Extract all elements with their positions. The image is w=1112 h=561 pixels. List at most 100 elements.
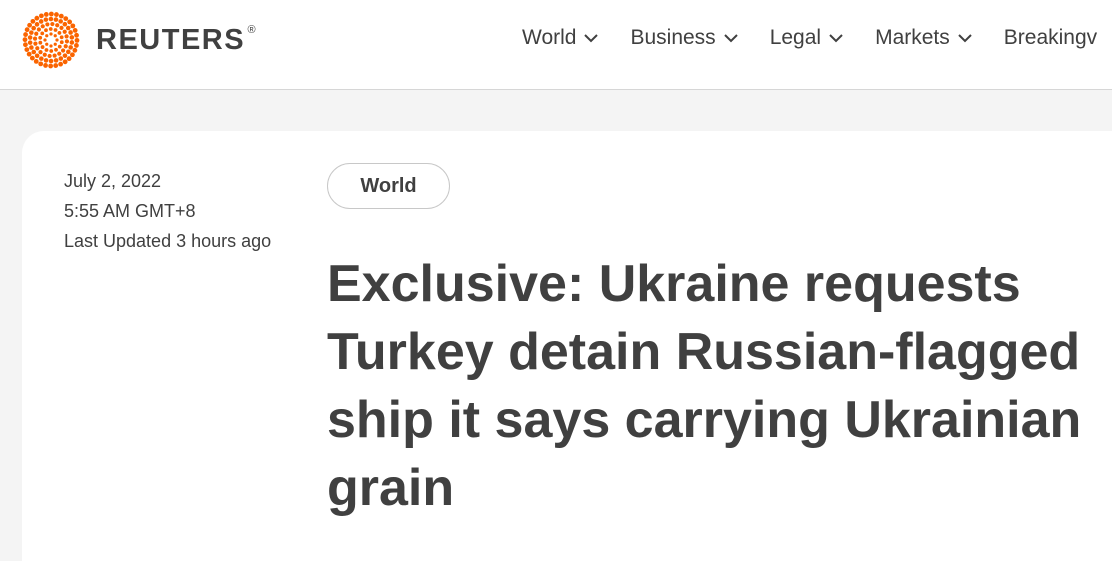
- logo-dot: [66, 49, 71, 55]
- nav-item-world[interactable]: World: [522, 26, 599, 50]
- nav-item-legal[interactable]: Legal: [770, 26, 844, 50]
- logo-dot: [63, 44, 68, 49]
- logo-dot: [36, 27, 42, 32]
- logo-dot: [72, 47, 78, 53]
- logo-dot: [54, 47, 58, 52]
- logo-dot: [62, 29, 67, 34]
- logo-dot: [62, 21, 68, 27]
- publish-time: 5:55 AM GMT+8: [64, 201, 196, 221]
- publish-date: July 2, 2022: [64, 171, 162, 191]
- logo-dot: [53, 58, 59, 63]
- logo-dot: [68, 45, 73, 50]
- logo-dot: [43, 17, 49, 22]
- logo-dot: [38, 61, 44, 67]
- logo-dot: [33, 59, 39, 64]
- logo-dot: [48, 11, 54, 17]
- logo-dot: [31, 25, 36, 31]
- logo-dot: [64, 34, 69, 39]
- logo-dot: [29, 45, 34, 50]
- nav-label: Business: [630, 26, 716, 49]
- last-updated: Last Updated 3 hours ago: [64, 231, 272, 251]
- logo-dot: [70, 23, 76, 29]
- logo-dot: [69, 35, 75, 40]
- logo-dot: [57, 31, 62, 35]
- logo-dot: [43, 12, 49, 17]
- logo-dot: [74, 32, 79, 38]
- logo-dot: [45, 42, 49, 46]
- logo-dot: [60, 48, 66, 53]
- main-nav: World Business Legal Markets Breakingv: [522, 26, 1112, 50]
- nav-item-markets[interactable]: Markets: [875, 26, 973, 50]
- logo-dot: [27, 40, 33, 45]
- logo-dot: [48, 16, 54, 22]
- logo-dot: [49, 32, 53, 36]
- logo-dot: [52, 53, 57, 58]
- logo-dot: [43, 38, 47, 42]
- nav-label: World: [522, 26, 577, 49]
- nav-item-business[interactable]: Business: [630, 26, 738, 50]
- logo-dot: [44, 48, 49, 52]
- logo-dot: [45, 22, 50, 27]
- logo-dot: [49, 49, 54, 53]
- nav-label: Legal: [769, 26, 822, 49]
- logo-dot: [23, 42, 28, 48]
- logo-dot: [31, 49, 37, 55]
- logo-dot: [44, 28, 48, 33]
- nav-item-breaking[interactable]: Breakingv: [1004, 26, 1097, 50]
- logo-dot: [67, 19, 73, 25]
- logo-dot: [50, 21, 55, 27]
- logo-dot: [63, 16, 69, 21]
- logo-dot: [38, 49, 43, 55]
- logo-dot: [42, 52, 47, 57]
- logo-dot: [58, 13, 64, 19]
- logo-dot: [24, 47, 30, 52]
- logo-dot: [32, 36, 38, 41]
- logo-dot: [55, 38, 59, 42]
- site-header: REUTERS ® World Business Legal Markets B…: [0, 0, 1112, 90]
- logo-dot: [43, 58, 49, 63]
- article-headline: Exclusive: Ukraine requests Turkey detai…: [327, 255, 1082, 517]
- chevron-down-icon: [829, 34, 843, 43]
- logo-dot: [35, 46, 40, 51]
- logo-dot: [23, 32, 28, 37]
- logo-dot: [48, 27, 53, 31]
- logo-dot: [29, 30, 34, 35]
- logo-dot: [40, 24, 45, 29]
- logo-dot: [34, 53, 40, 59]
- logo-dot: [22, 37, 28, 43]
- logo-dot: [53, 42, 57, 46]
- logo-dot: [47, 53, 52, 59]
- nav-label: Breakingv: [1003, 26, 1098, 49]
- logo-dot: [57, 44, 62, 49]
- logo-dot: [34, 22, 40, 27]
- logo-dot: [27, 35, 33, 40]
- logo-dot: [34, 31, 39, 36]
- section-tag-world[interactable]: World: [327, 163, 450, 209]
- logo-dot: [38, 40, 43, 45]
- logo-dot: [48, 58, 54, 64]
- logo-dot: [53, 17, 59, 22]
- logo-dot: [59, 40, 64, 45]
- logo-dot: [24, 27, 30, 33]
- logo-dot: [40, 31, 45, 36]
- logo-dot: [74, 37, 80, 43]
- logo-dot: [68, 30, 73, 35]
- reuters-logo[interactable]: REUTERS ®: [22, 11, 256, 69]
- reuters-logo-icon: [22, 11, 80, 69]
- registered-mark: ®: [247, 23, 258, 36]
- logo-dot: [72, 28, 78, 33]
- logo-dot: [70, 52, 75, 58]
- logo-dot: [30, 18, 36, 24]
- logo-dot: [66, 56, 72, 62]
- logo-dot: [58, 61, 63, 67]
- logo-dot: [55, 23, 60, 28]
- logo-dot: [62, 53, 68, 58]
- logo-dot: [59, 35, 64, 40]
- logo-dot: [27, 22, 32, 28]
- nav-label: Markets: [875, 26, 950, 49]
- logo-dot: [53, 34, 57, 38]
- logo-dot: [53, 63, 59, 68]
- logo-dot: [65, 25, 71, 31]
- logo-dot: [54, 12, 59, 17]
- logo-dot: [33, 41, 38, 46]
